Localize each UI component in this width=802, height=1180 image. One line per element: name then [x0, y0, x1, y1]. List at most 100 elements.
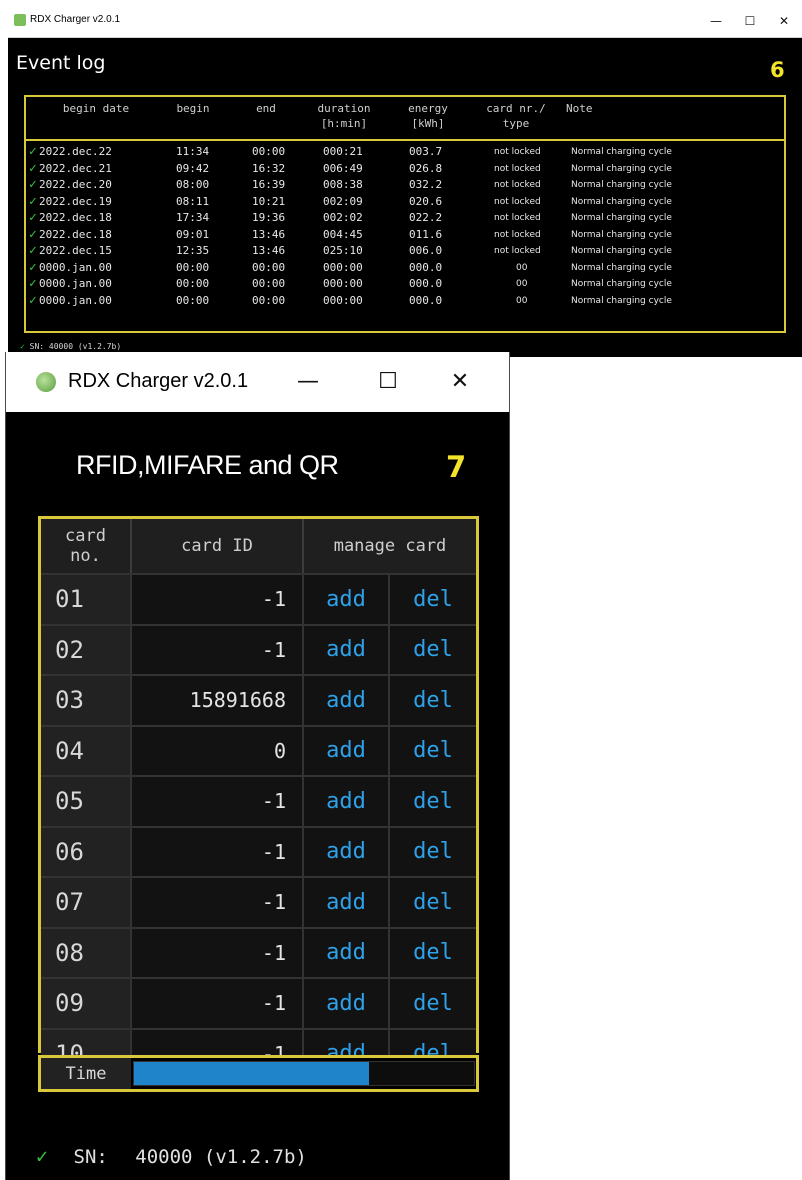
- delete-card-button[interactable]: del: [390, 676, 476, 725]
- minimize-button[interactable]: —: [704, 11, 728, 31]
- maximize-button[interactable]: ☐: [370, 366, 406, 398]
- log-begin: 00:00: [176, 260, 210, 274]
- check-icon: ✓: [29, 243, 37, 258]
- header-energy: energy [kWh]: [398, 101, 458, 131]
- table-row: 07 -1 add del: [41, 876, 476, 927]
- delete-card-button[interactable]: del: [390, 726, 476, 775]
- delete-card-button[interactable]: del: [390, 777, 476, 826]
- check-icon: ✓: [29, 210, 37, 225]
- table-row: ✓ 2022.dec.22 11:34 00:00 000:21 003.7 not loc…: [26, 144, 784, 161]
- maximize-button[interactable]: ☐: [738, 11, 762, 31]
- table-header: begin date begin end duration [h:min] en…: [26, 97, 784, 141]
- page-title: RFID,MIFARE and QR: [76, 450, 339, 480]
- delete-card-button[interactable]: del: [390, 928, 476, 977]
- log-date: 2022.dec.21: [39, 161, 112, 175]
- window-title: RDX Charger v2.0.1: [30, 14, 121, 25]
- close-button[interactable]: ✕: [772, 11, 796, 31]
- table-body: ✓ 2022.dec.22 11:34 00:00 000:21 003.7 not loc…: [26, 144, 784, 309]
- log-end: 10:21: [252, 194, 286, 208]
- table-row: ✓ 2022.dec.18 17:34 19:36 002:02 022.2 not loc…: [26, 210, 784, 227]
- log-card: not locked: [494, 229, 541, 240]
- log-end: 19:36: [252, 211, 286, 224]
- log-begin: 17:34: [176, 211, 210, 224]
- log-date: 0000.jan.00: [39, 277, 112, 290]
- status-bar: ✓ SN: 40000 (v1.2.7b): [20, 342, 121, 351]
- table-row: 06 -1 add del: [41, 825, 476, 876]
- title-bar: RDX Charger v2.0.1 — ☐ ✕: [8, 5, 802, 38]
- table-header: card no. card ID manage card: [41, 519, 476, 573]
- log-begin: 09:01: [176, 227, 210, 241]
- log-begin: 08:00: [176, 178, 210, 191]
- check-icon: ✓: [29, 193, 37, 209]
- add-card-button[interactable]: add: [304, 625, 390, 674]
- log-date: 0000.jan.00: [39, 293, 112, 307]
- card-number: 05: [41, 777, 132, 826]
- log-note: Normal charging cycle: [571, 262, 672, 273]
- check-icon: ✓: [20, 342, 25, 351]
- table-row: ✓ 0000.jan.00 00:00 00:00 000:00 000.0 00 Norma…: [26, 293, 784, 310]
- table-row: 02 -1 add del: [41, 623, 476, 674]
- card-number: 02: [41, 625, 132, 674]
- check-icon: ✓: [29, 276, 37, 291]
- check-icon: ✓: [29, 144, 37, 159]
- rfid-window: RDX Charger v2.0.1 — ☐ ✕ RFID,MIFARE and…: [5, 352, 510, 1180]
- card-id-value: -1: [132, 928, 304, 977]
- delete-card-button[interactable]: del: [390, 827, 476, 876]
- log-end: 00:00: [252, 145, 286, 158]
- header-duration: duration [h:min]: [308, 101, 380, 131]
- add-card-button[interactable]: add: [304, 827, 390, 876]
- card-number: 04: [41, 726, 132, 775]
- log-duration: 000:21: [323, 145, 363, 158]
- add-card-button[interactable]: add: [304, 979, 390, 1028]
- table-row: 04 0 add del: [41, 724, 476, 775]
- table-row: ✓ 0000.jan.00 00:00 00:00 000:00 000.0 00 Norma…: [26, 260, 784, 277]
- header-card-no-line1: card: [65, 526, 106, 546]
- header-begin-date: begin date: [62, 102, 130, 115]
- log-duration: 025:10: [323, 244, 363, 257]
- delete-card-button[interactable]: del: [390, 625, 476, 674]
- log-card: 00: [516, 279, 528, 289]
- delete-card-button[interactable]: del: [390, 979, 476, 1028]
- header-duration-line2: [h:min]: [320, 117, 368, 130]
- header-card-line2: type: [502, 117, 530, 130]
- title-bar: RDX Charger v2.0.1 — ☐ ✕: [6, 352, 509, 412]
- check-icon: ✓: [36, 1144, 49, 1168]
- log-duration: 000:00: [323, 260, 363, 274]
- card-id-value: 0: [132, 726, 304, 775]
- minimize-button[interactable]: —: [290, 366, 326, 398]
- table-row: ✓ 2022.dec.20 08:00 16:39 008:38 032.2 not loc…: [26, 177, 784, 194]
- check-icon: ✓: [29, 177, 37, 192]
- log-end: 13:46: [252, 244, 286, 257]
- page-number: 6: [770, 58, 785, 82]
- log-duration: 006:49: [323, 161, 363, 175]
- event-log-window: RDX Charger v2.0.1 — ☐ ✕ Event log 6 beg…: [8, 5, 802, 357]
- log-note: Normal charging cycle: [571, 229, 672, 240]
- log-note: Normal charging cycle: [571, 180, 672, 190]
- status-bar: ✓ SN: 40000 (v1.2.7b): [36, 1144, 307, 1168]
- delete-card-button[interactable]: del: [390, 878, 476, 927]
- log-begin: 00:00: [176, 293, 210, 307]
- log-energy: 022.2: [409, 211, 443, 224]
- log-duration: 000:00: [323, 277, 363, 290]
- window-title: RDX Charger v2.0.1: [68, 370, 249, 392]
- delete-card-button[interactable]: del: [390, 575, 476, 624]
- table-row: 03 15891668 add del: [41, 674, 476, 725]
- add-card-button[interactable]: add: [304, 878, 390, 927]
- close-button[interactable]: ✕: [442, 366, 478, 398]
- add-card-button[interactable]: add: [304, 676, 390, 725]
- log-end: 00:00: [252, 293, 286, 307]
- page-title: Event log: [16, 52, 106, 74]
- add-card-button[interactable]: add: [304, 726, 390, 775]
- log-date: 0000.jan.00: [39, 260, 112, 274]
- log-end: 00:00: [252, 260, 286, 274]
- table-row: ✓ 2022.dec.21 09:42 16:32 006:49 026.8 not loc…: [26, 161, 784, 178]
- header-card-line1: card nr./: [486, 102, 546, 115]
- add-card-button[interactable]: add: [304, 575, 390, 624]
- add-card-button[interactable]: add: [304, 777, 390, 826]
- log-card: 00: [516, 262, 528, 273]
- log-note: Normal charging cycle: [571, 196, 672, 207]
- log-card: not locked: [494, 196, 541, 207]
- card-number: 09: [41, 979, 132, 1028]
- add-card-button[interactable]: add: [304, 928, 390, 977]
- table-row: 09 -1 add del: [41, 977, 476, 1028]
